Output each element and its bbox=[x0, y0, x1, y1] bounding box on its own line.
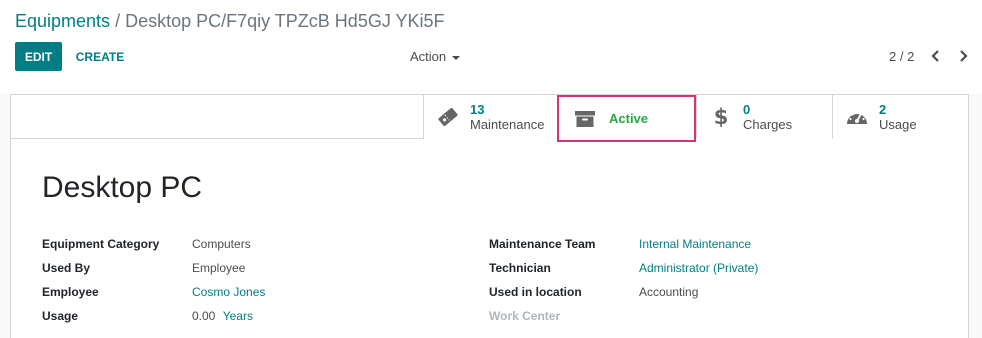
charges-smart-button[interactable]: $ 0 Charges bbox=[696, 95, 832, 139]
active-toggle-button[interactable]: Active bbox=[557, 95, 696, 142]
archive-icon bbox=[571, 110, 599, 128]
action-dropdown[interactable]: Action bbox=[410, 49, 461, 64]
charges-label: Charges bbox=[743, 117, 793, 132]
svg-text:$: $ bbox=[714, 105, 729, 129]
technician-label: Technician bbox=[489, 261, 551, 275]
edit-button[interactable]: EDIT bbox=[15, 42, 62, 71]
dollar-icon: $ bbox=[707, 105, 735, 129]
control-panel: Equipments / Desktop PC/F7qiy TPZcB Hd5GJ … bbox=[0, 0, 982, 94]
work-center-label: Work Center bbox=[489, 309, 561, 323]
chevron-right-icon bbox=[960, 50, 968, 62]
pager-next-button[interactable] bbox=[954, 46, 972, 66]
maintenance-label: Maintenance bbox=[470, 117, 545, 132]
used-in-location-label: Used in location bbox=[489, 285, 582, 299]
ticket-icon bbox=[434, 106, 462, 128]
employee-label: Employee bbox=[42, 285, 99, 299]
maintenance-count: 13 bbox=[470, 102, 485, 117]
usage-unit-link[interactable]: Years bbox=[223, 309, 253, 323]
pager-value[interactable]: 2 / 2 bbox=[889, 49, 914, 64]
chevron-left-icon bbox=[931, 50, 939, 62]
used-by-label: Used By bbox=[42, 261, 91, 275]
dashboard-icon bbox=[843, 107, 871, 127]
usage-label: Usage bbox=[879, 117, 917, 132]
maintenance-smart-button[interactable]: 13 Maintenance bbox=[423, 95, 558, 139]
technician-link[interactable]: Administrator (Private) bbox=[639, 261, 758, 275]
breadcrumb-equipments-link[interactable]: Equipments bbox=[15, 11, 110, 31]
usage-value: 0.00 bbox=[192, 309, 216, 323]
equipment-category-label: Equipment Category bbox=[42, 237, 160, 251]
active-label: Active bbox=[609, 111, 649, 126]
used-in-location-value[interactable]: Accounting bbox=[639, 285, 698, 299]
maintenance-team-label: Maintenance Team bbox=[489, 237, 596, 251]
breadcrumb-current: Desktop PC/F7qiy TPZcB Hd5GJ YKi5F bbox=[125, 11, 445, 31]
usage-count: 2 bbox=[879, 102, 887, 117]
pager-previous-button[interactable] bbox=[927, 46, 945, 66]
record-title[interactable]: Desktop PC bbox=[42, 171, 202, 205]
breadcrumb-separator: / bbox=[115, 11, 121, 31]
equipment-category-value[interactable]: Computers bbox=[192, 237, 251, 251]
charges-count: 0 bbox=[743, 102, 751, 117]
caret-down-icon bbox=[452, 55, 461, 60]
usage-field[interactable]: 0.00 Years bbox=[192, 309, 253, 323]
breadcrumb: Equipments / Desktop PC/F7qiy TPZcB Hd5GJ … bbox=[15, 11, 445, 32]
employee-link[interactable]: Cosmo Jones bbox=[192, 285, 265, 299]
usage-smart-button[interactable]: 2 Usage bbox=[832, 95, 968, 139]
form-sheet: 13 Maintenance Active $ 0 Charges 2 Usag… bbox=[10, 94, 969, 338]
create-button[interactable]: CREATE bbox=[70, 42, 130, 71]
used-by-value[interactable]: Employee bbox=[192, 261, 245, 275]
action-dropdown-label: Action bbox=[410, 49, 447, 64]
smart-button-box: 13 Maintenance Active $ 0 Charges 2 Usag… bbox=[11, 95, 968, 142]
maintenance-team-link[interactable]: Internal Maintenance bbox=[639, 237, 751, 251]
usage-field-label: Usage bbox=[42, 309, 79, 323]
